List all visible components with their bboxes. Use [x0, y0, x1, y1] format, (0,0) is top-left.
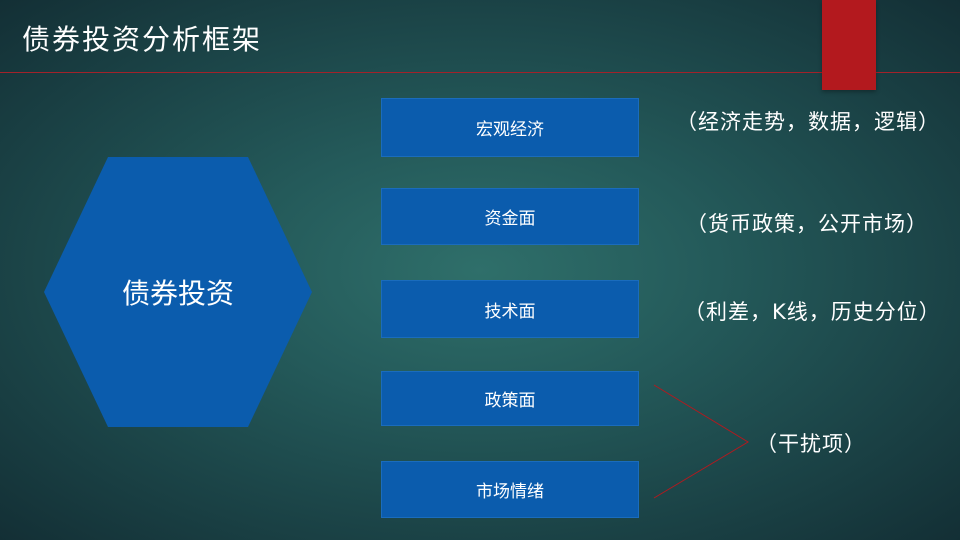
note-technical: （利差，K线，历史分位） [684, 300, 941, 324]
note-funding: （货币政策，公开市场） [686, 212, 928, 236]
note-macro: （经济走势，数据，逻辑） [676, 110, 940, 134]
bracket-connector [653, 384, 749, 499]
note-interference: （干扰项） [756, 432, 866, 456]
box-technical: 技术面 [381, 280, 639, 338]
box-policy: 政策面 [381, 371, 639, 426]
red-accent-tab [822, 0, 876, 90]
box-market-sentiment: 市场情绪 [381, 461, 639, 518]
box-macro-economy: 宏观经济 [381, 98, 639, 157]
slide-title: 债券投资分析框架 [22, 23, 263, 56]
box-funding: 资金面 [381, 188, 639, 245]
title-divider [0, 72, 960, 73]
hexagon-label: 债券投资 [121, 277, 234, 310]
